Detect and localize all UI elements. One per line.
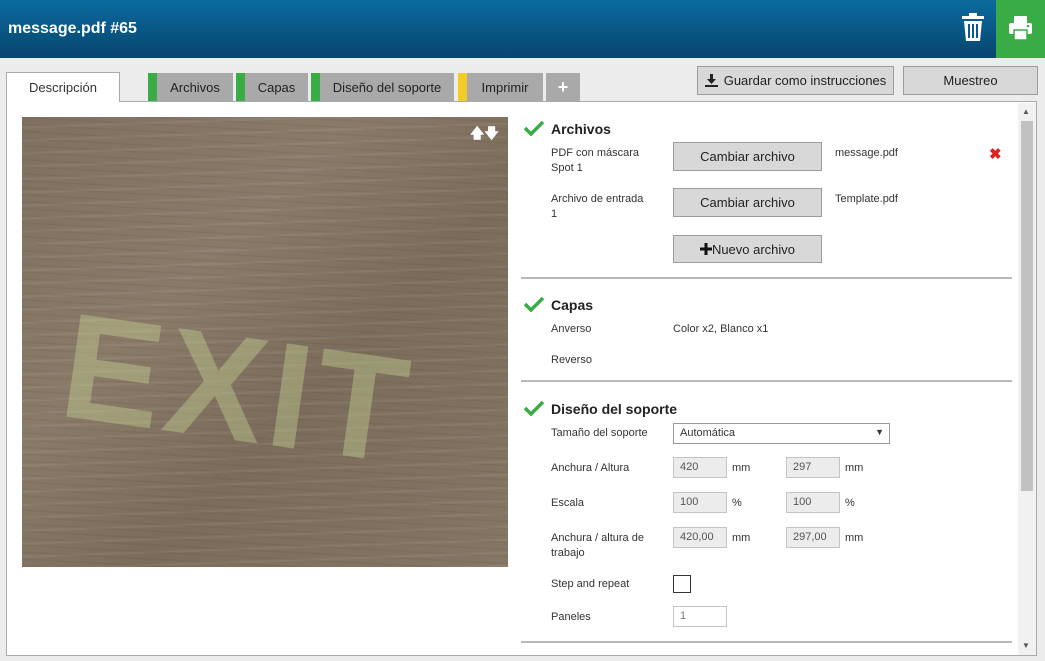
plus-icon (699, 243, 712, 255)
scroll-down-icon[interactable]: ▼ (1022, 641, 1030, 650)
change-input-file-label: Cambiar archivo (700, 195, 795, 210)
pdf-mask-label: PDF con máscara Spot 1 (551, 147, 640, 174)
new-file-label: Nuevo archivo (711, 241, 796, 257)
trash-icon[interactable] (960, 12, 986, 42)
width-unit: mm (732, 462, 751, 474)
work-height-input[interactable]: 297,00 (786, 527, 840, 548)
scroll-up-icon[interactable]: ▲ (1022, 107, 1030, 116)
new-file-button[interactable]: Nuevo archivo (673, 235, 822, 263)
remove-file-icon[interactable]: ✖ (989, 145, 1002, 163)
check-icon (524, 400, 544, 416)
tab-archivos-label: Archivos (170, 79, 220, 95)
tab-capas-label: Capas (257, 79, 296, 95)
tab-diseno-soporte[interactable]: Diseño del soporte (311, 73, 454, 101)
height-unit: mm (845, 462, 864, 474)
change-file-label: Cambiar archivo (700, 149, 795, 164)
job-title: message.pdf #65 (8, 20, 137, 37)
tab-imprimir[interactable]: Imprimir (458, 73, 543, 101)
width-input[interactable]: 420 (673, 457, 727, 478)
reverso-label: Reverso (551, 354, 592, 366)
print-preview: EXIT (22, 117, 508, 567)
scale-y-unit: % (845, 497, 855, 509)
tab-capas[interactable]: Capas (236, 73, 308, 101)
anverso-label: Anverso (551, 323, 592, 335)
tab-descripcion-label: Descripción (29, 80, 97, 95)
tab-diseno-label: Diseño del soporte (332, 79, 442, 95)
scale-x-input[interactable]: 100 (673, 492, 727, 513)
scrollbar[interactable]: ▲ ▼ (1018, 103, 1036, 655)
section-divider (521, 277, 1012, 279)
tab-imprimir-label: Imprimir (481, 79, 529, 95)
work-height-unit: mm (845, 532, 864, 544)
preview-watermark: EXIT (52, 280, 422, 496)
chevron-down-icon: ▼ (875, 427, 884, 437)
print-button[interactable] (996, 0, 1045, 58)
input-file-name: Template.pdf (835, 193, 898, 205)
anverso-value: Color x2, Blanco x1 (673, 323, 769, 335)
add-tab-button[interactable]: + (546, 73, 580, 101)
sample-label: Muestreo (943, 73, 998, 88)
work-size-label: Anchura / altura de trabajo (551, 532, 644, 559)
panels-input[interactable]: 1 (673, 606, 727, 627)
save-as-instructions-button[interactable]: Guardar como instrucciones (697, 66, 894, 95)
work-width-unit: mm (732, 532, 751, 544)
check-icon (524, 296, 544, 312)
flip-arrows-icon[interactable]: 🡅🡇 (470, 123, 499, 147)
change-input-file-button[interactable]: Cambiar archivo (673, 188, 822, 217)
media-size-label: Tamaño del soporte (551, 427, 648, 439)
tab-archivos[interactable]: Archivos (148, 73, 233, 101)
media-size-value: Automática (680, 427, 736, 439)
capas-section-title: Capas (551, 297, 594, 313)
step-repeat-checkbox[interactable] (673, 575, 691, 593)
tab-descripcion[interactable]: Descripción (6, 72, 120, 102)
change-file-button[interactable]: Cambiar archivo (673, 142, 822, 171)
mask-file-name: message.pdf (835, 147, 898, 159)
sample-button[interactable]: Muestreo (903, 66, 1038, 95)
scrollbar-thumb[interactable] (1021, 121, 1033, 491)
scale-label: Escala (551, 497, 585, 509)
check-icon (524, 120, 544, 136)
panels-label: Paneles (551, 611, 591, 623)
top-bar: message.pdf #65 (0, 0, 1045, 58)
plus-icon: + (557, 76, 569, 97)
diseno-section-title: Diseño del soporte (551, 401, 678, 417)
height-input[interactable]: 297 (786, 457, 840, 478)
section-divider (521, 380, 1012, 382)
width-height-label: Anchura / Altura (551, 462, 630, 474)
section-divider (521, 641, 1012, 643)
step-repeat-label: Step and repeat (551, 578, 630, 590)
media-size-select[interactable]: Automática ▼ (673, 423, 890, 444)
input-file-label: Archivo de entrada 1 (551, 193, 644, 220)
download-icon (704, 74, 718, 87)
scale-y-input[interactable]: 100 (786, 492, 840, 513)
save-as-instructions-label: Guardar como instrucciones (723, 73, 887, 88)
archivos-section-title: Archivos (551, 121, 611, 137)
work-width-input[interactable]: 420,00 (673, 527, 727, 548)
scale-x-unit: % (732, 497, 742, 509)
printer-icon (1009, 16, 1032, 41)
